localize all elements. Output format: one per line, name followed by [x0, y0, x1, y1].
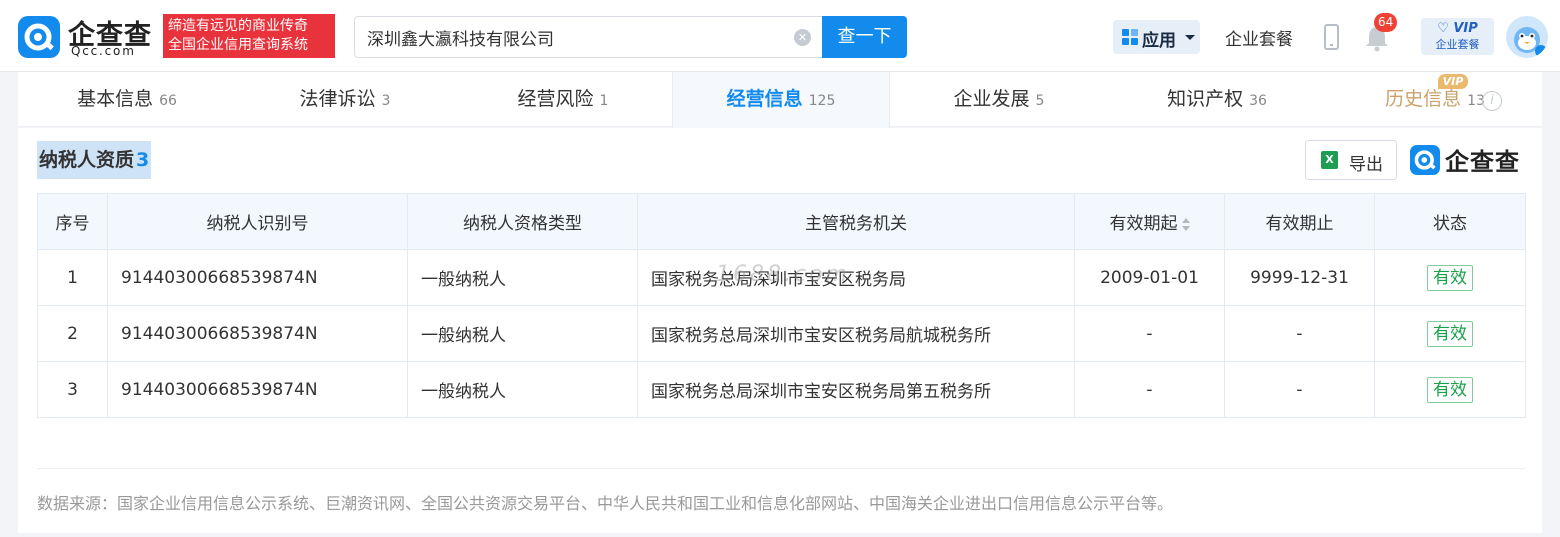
cell-end-date: -	[1224, 361, 1375, 418]
tab-count: 5	[1035, 93, 1045, 109]
tab-intellectual-property[interactable]: 知识产权 36	[1108, 72, 1326, 127]
slogan-banner: 缔造有远见的商业传奇 全国企业信用查询系统	[163, 14, 335, 58]
app-menu-button[interactable]: 应用	[1113, 20, 1200, 54]
col-header-start-date[interactable]: 有效期起	[1074, 193, 1225, 250]
cell-tax-id: 91440300668539874N	[107, 305, 408, 362]
section-tab-bar: 基本信息 66 法律诉讼 3 经营风险 1 经营信息 125 企业发展 5 知识产权 36 …	[18, 72, 1544, 128]
cell-start-date: 2009-01-01	[1074, 249, 1225, 306]
clear-icon[interactable]: ✕	[794, 29, 811, 46]
cell-no: 1	[37, 249, 108, 306]
apps-grid-icon	[1122, 29, 1138, 45]
tab-label: 企业发展	[953, 88, 1030, 110]
tab-label: 经营风险	[517, 88, 594, 110]
search-button[interactable]: 查一下	[822, 16, 907, 58]
qcc-brand-icon	[1410, 145, 1440, 175]
mobile-phone-icon[interactable]	[1324, 24, 1339, 50]
col-header-start-label: 有效期起	[1109, 214, 1178, 234]
tab-label: 法律诉讼	[299, 88, 376, 110]
tab-label: 基本信息	[77, 88, 154, 110]
top-header: 企查查 Qcc.com 缔造有远见的商业传奇 全国企业信用查询系统 ✕ 查一下 …	[0, 0, 1560, 72]
section-title: 纳税人资质 3	[37, 141, 152, 179]
excel-icon: X	[1321, 151, 1338, 169]
tab-basic-info[interactable]: 基本信息 66	[18, 72, 236, 127]
tab-count: 36	[1249, 93, 1267, 109]
brand-name: 企查查	[1445, 148, 1520, 176]
section-title-text: 纳税人资质	[39, 149, 135, 171]
slogan-line-1: 缔造有远见的商业传奇	[168, 18, 308, 34]
notification-badge: 64	[1374, 13, 1398, 32]
user-avatar[interactable]	[1506, 16, 1548, 58]
vip-package-button[interactable]: ♡ VIP 企业套餐	[1421, 18, 1494, 55]
status-badge: 有效	[1427, 320, 1473, 347]
tab-business-info[interactable]: 经营信息 125	[672, 72, 890, 128]
cell-status: 有效	[1374, 305, 1526, 362]
status-badge: 有效	[1427, 376, 1473, 403]
section-count: 3	[136, 149, 150, 171]
divider	[37, 468, 1525, 469]
cell-authority: 国家税务总局深圳市宝安区税务局	[637, 249, 1075, 306]
cell-type: 一般纳税人	[407, 361, 638, 418]
tab-enterprise-development[interactable]: 企业发展 5	[890, 72, 1108, 127]
export-button[interactable]: X 导出	[1305, 140, 1397, 180]
sort-icon[interactable]	[1181, 217, 1190, 231]
col-header-status: 状态	[1374, 193, 1526, 250]
tab-business-risk[interactable]: 经营风险 1	[454, 72, 672, 127]
taxpayer-table: 序号 纳税人识别号 纳税人资格类型 主管税务机关 有效期起 有效期止 状态 1 …	[37, 193, 1526, 418]
tab-history-info[interactable]: 历史信息 13	[1326, 72, 1544, 127]
qcc-logo-icon	[18, 16, 60, 58]
cell-tax-id: 91440300668539874N	[107, 249, 408, 306]
search-input[interactable]	[355, 17, 785, 57]
cell-end-date: -	[1224, 305, 1375, 362]
enterprise-package-link[interactable]: 企业套餐	[1225, 25, 1293, 50]
slogan-line-2: 全国企业信用查询系统	[168, 37, 308, 53]
vip-text: VIP	[1453, 21, 1478, 36]
col-header-tax-id: 纳税人识别号	[107, 193, 408, 250]
app-menu-label: 应用	[1142, 31, 1176, 51]
vip-sub-label: 企业套餐	[1435, 38, 1480, 51]
taxpayer-qualification-panel: 纳税人资质 3 X 导出 企查查 序号 纳税人识别号 纳税人资格类型 主管税务机关…	[18, 128, 1542, 533]
cell-type: 一般纳税人	[407, 305, 638, 362]
vip-label: ♡ VIP	[1437, 21, 1478, 36]
cell-start-date: -	[1074, 361, 1225, 418]
col-header-authority: 主管税务机关	[637, 193, 1075, 250]
tab-legal-litigation[interactable]: 法律诉讼 3	[236, 72, 454, 127]
cell-tax-id: 91440300668539874N	[107, 361, 408, 418]
tab-label: 经营信息	[726, 88, 803, 110]
cell-no: 2	[37, 305, 108, 362]
qcc-logo[interactable]: 企查查 Qcc.com	[18, 16, 158, 60]
col-header-no: 序号	[37, 193, 108, 250]
cell-type: 一般纳税人	[407, 249, 638, 306]
cell-start-date: -	[1074, 305, 1225, 362]
tab-count: 66	[159, 93, 177, 109]
tab-label: 知识产权	[1167, 88, 1244, 110]
qcc-brand-logo: 企查查	[1410, 144, 1526, 176]
logo-name-en: Qcc.com	[71, 44, 136, 58]
chevron-down-icon	[1185, 35, 1195, 40]
export-label: 导出	[1349, 155, 1383, 175]
status-badge: 有效	[1427, 264, 1473, 291]
tab-count: 3	[381, 93, 391, 109]
cell-authority: 国家税务总局深圳市宝安区税务局第五税务所	[637, 361, 1075, 418]
cell-authority: 国家税务总局深圳市宝安区税务局航城税务所	[637, 305, 1075, 362]
cell-end-date: 9999-12-31	[1224, 249, 1375, 306]
data-source-note: 数据来源：国家企业信用信息公示系统、巨潮资讯网、全国公共资源交易平台、中华人民共…	[37, 494, 1174, 513]
watermark-1688: 1688.com	[716, 262, 850, 287]
tab-count: 1	[599, 93, 609, 109]
table-header-row: 序号 纳税人识别号 纳税人资格类型 主管税务机关 有效期起 有效期止 状态	[37, 193, 1526, 250]
col-header-end-date: 有效期止	[1224, 193, 1375, 250]
tab-label: 历史信息	[1385, 88, 1462, 110]
table-row: 2 91440300668539874N 一般纳税人 国家税务总局深圳市宝安区税…	[37, 305, 1526, 362]
cell-status: 有效	[1374, 361, 1526, 418]
col-header-type: 纳税人资格类型	[407, 193, 638, 250]
table-row: 3 91440300668539874N 一般纳税人 国家税务总局深圳市宝安区税…	[37, 361, 1526, 418]
tab-count: 125	[808, 93, 836, 109]
vip-tag-badge: VIP	[1438, 74, 1468, 89]
info-icon[interactable]: i	[1482, 91, 1502, 111]
cell-no: 3	[37, 361, 108, 418]
search-box: ✕	[354, 16, 823, 58]
cell-status: 有效	[1374, 249, 1526, 306]
